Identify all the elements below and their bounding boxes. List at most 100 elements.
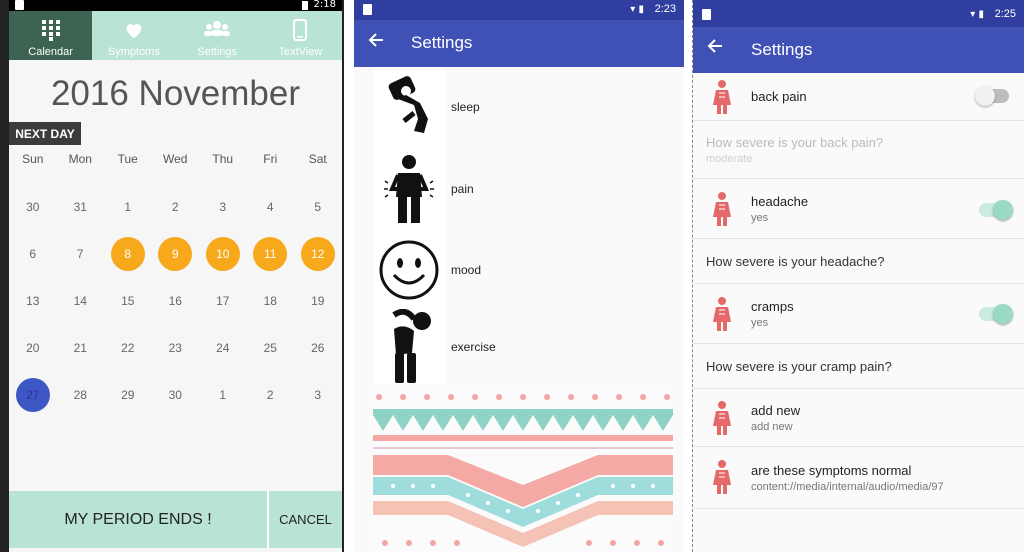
calendar-day-period[interactable]: 8 (104, 230, 152, 277)
calendar-day[interactable]: 19 (294, 277, 342, 324)
calendar-week-row: 6 7 8 9 10 11 12 (9, 230, 342, 277)
calendar-day[interactable]: 25 (247, 324, 295, 371)
day-number: 6 (29, 246, 37, 261)
calendar-day[interactable]: 6 (9, 230, 57, 277)
calendar-day[interactable]: 1 (104, 183, 152, 230)
calendar-day[interactable]: 4 (247, 183, 295, 230)
pref-summary: yes (751, 317, 769, 329)
pref-label: pain (451, 182, 474, 196)
pref-item-mood[interactable]: mood (373, 235, 673, 305)
pref-row-back-pain[interactable]: back pain (693, 73, 1024, 121)
app-bar: Settings (693, 27, 1024, 73)
pref-row-headache-severity[interactable]: How severe is your headache? (693, 239, 1024, 284)
calendar-day[interactable]: 21 (57, 324, 105, 371)
status-bar: ▾ ▮ 2:25 (693, 0, 1024, 27)
pref-title: How severe is your cramp pain? (706, 359, 892, 374)
calendar-day[interactable]: 30 (9, 183, 57, 230)
pref-title: are these symptoms normal (751, 463, 912, 478)
next-day-button[interactable]: NEXT DAY (9, 122, 81, 145)
calendar-day[interactable]: 29 (104, 371, 152, 418)
tab-bar: Calendar Symptoms Settings TextView (9, 11, 342, 60)
day-number: 8 (110, 236, 145, 271)
calendar-day[interactable]: 7 (57, 230, 105, 277)
calendar-day[interactable]: 5 (294, 183, 342, 230)
sim-card-icon (363, 4, 372, 15)
status-time: 2:25 (994, 8, 1016, 20)
calendar-day[interactable]: 16 (152, 277, 200, 324)
day-number: 1 (124, 199, 132, 214)
day-number: 29 (121, 387, 135, 402)
calendar-day[interactable]: 15 (104, 277, 152, 324)
calendar-day[interactable]: 3 (294, 371, 342, 418)
calendar-day[interactable]: 30 (152, 371, 200, 418)
weekday-header: Sun Mon Tue Wed Thu Fri Sat (9, 152, 342, 166)
calendar-day[interactable]: 1 (199, 371, 247, 418)
calendar-day-period[interactable]: 12 (294, 230, 342, 277)
status-time: 2:18 (313, 0, 336, 10)
pref-item-exercise[interactable]: exercise (373, 309, 673, 383)
pref-label: sleep (451, 100, 480, 114)
back-arrow-icon[interactable] (368, 32, 384, 53)
pref-row-add-new[interactable]: add new add new (693, 389, 1024, 447)
calendar-day[interactable]: 2 (247, 371, 295, 418)
weekday-label: Sun (22, 152, 44, 166)
calendar-day-period[interactable]: 10 (199, 230, 247, 277)
weekday-label: Mon (68, 152, 92, 166)
weekday-label: Wed (163, 152, 188, 166)
back-pain-toggle[interactable] (975, 86, 1009, 106)
calendar-day[interactable]: 2 (152, 183, 200, 230)
calendar-day[interactable]: 31 (57, 183, 105, 230)
calendar-day[interactable]: 13 (9, 277, 57, 324)
day-number: 21 (73, 340, 87, 355)
calendar-day[interactable]: 26 (294, 324, 342, 371)
day-number: 22 (121, 340, 135, 355)
sim-card-icon (702, 9, 711, 20)
stretching-person-icon (373, 309, 445, 383)
day-number: 7 (76, 246, 84, 261)
pref-row-headache[interactable]: headache yes (693, 179, 1024, 239)
battery-icon (302, 1, 308, 10)
calendar-day[interactable]: 28 (57, 371, 105, 418)
settings-icons-screen: ▾ ▮ 2:23 Settings sleep pain mood exerci… (354, 0, 684, 552)
tab-textview[interactable]: TextView (259, 11, 342, 60)
calendar-day[interactable]: 22 (104, 324, 152, 371)
calendar-day[interactable]: 24 (199, 324, 247, 371)
pref-title: add new (751, 403, 801, 418)
day-number: 2 (171, 199, 179, 214)
period-ends-button[interactable]: MY PERIOD ENDS ! (9, 491, 269, 548)
pref-row-symptoms-normal[interactable]: are these symptoms normal content://medi… (693, 447, 1024, 509)
female-figure-icon (711, 79, 733, 119)
calendar-day-period[interactable]: 9 (152, 230, 200, 277)
tab-symptoms[interactable]: Symptoms (92, 11, 175, 60)
smiley-face-icon (373, 235, 445, 305)
back-arrow-icon[interactable] (707, 38, 723, 59)
tab-settings[interactable]: Settings (176, 11, 259, 60)
pref-item-pain[interactable]: pain (373, 154, 673, 224)
tab-calendar[interactable]: Calendar (9, 11, 93, 60)
calendar-week-row: 13 14 15 16 17 18 19 (9, 277, 342, 324)
calendar-day[interactable]: 23 (152, 324, 200, 371)
cancel-button[interactable]: CANCEL (269, 491, 342, 548)
female-figure-icon (711, 459, 733, 499)
day-number: 3 (219, 199, 227, 214)
cramps-toggle[interactable] (979, 304, 1013, 324)
pref-row-cramps[interactable]: cramps yes (693, 284, 1024, 344)
pref-row-cramp-severity[interactable]: How severe is your cramp pain? (693, 344, 1024, 389)
bottom-action-bar: MY PERIOD ENDS ! CANCEL (9, 491, 342, 548)
calendar-day[interactable]: 20 (9, 324, 57, 371)
calendar-day[interactable]: 3 (199, 183, 247, 230)
day-number: 5 (314, 199, 322, 214)
day-number: 31 (73, 199, 87, 214)
pref-label: mood (451, 263, 482, 277)
headache-toggle[interactable] (979, 200, 1013, 220)
calendar-day-today[interactable]: 27 (9, 371, 57, 418)
calendar-day[interactable]: 17 (199, 277, 247, 324)
calendar-day[interactable]: 14 (57, 277, 105, 324)
heart-icon (123, 19, 145, 46)
pref-summary: moderate (706, 153, 753, 165)
calendar-day[interactable]: 18 (247, 277, 295, 324)
pref-item-sleep[interactable]: sleep (373, 72, 673, 142)
pref-row-back-pain-severity: How severe is your back pain? moderate (693, 121, 1024, 179)
calendar-day-period[interactable]: 11 (247, 230, 295, 277)
weekday-label: Sat (308, 152, 327, 166)
